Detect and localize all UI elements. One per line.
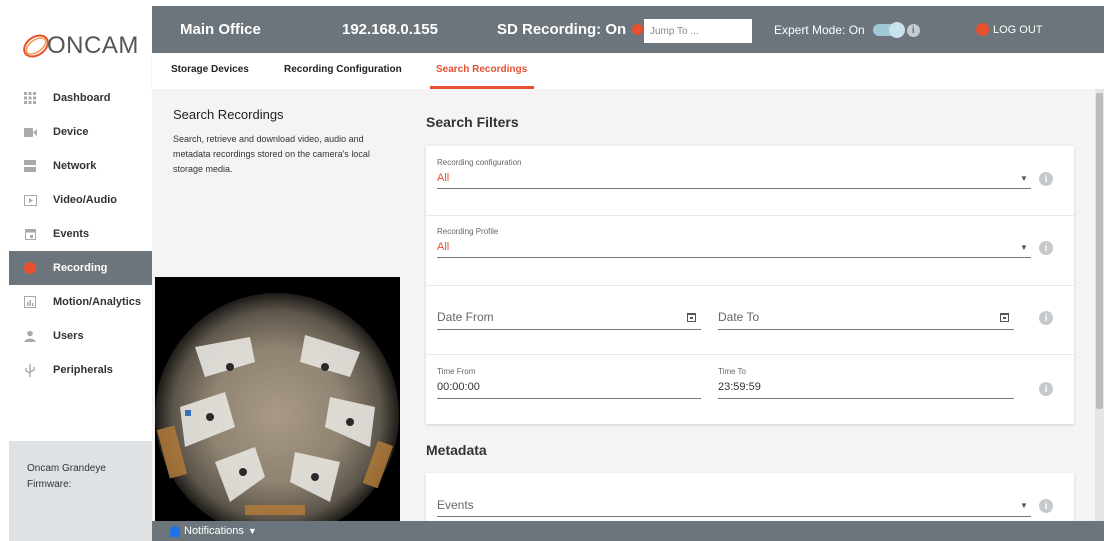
field-underline [437,188,1031,189]
sidebar-item-video-audio[interactable]: Video/Audio [9,183,152,217]
sidebar: ONCAM Dashboard Device Network Video/Aud… [9,6,152,541]
recording-configuration-label: Recording configuration [437,158,522,167]
sd-recording-label: SD Recording: On [497,21,627,38]
sidebar-item-label: Users [53,330,84,342]
info-icon[interactable]: i [1039,172,1053,186]
intro-title: Search Recordings [173,107,284,122]
sidebar-item-label: Dashboard [53,92,111,104]
time-from-label: Time From [437,367,476,376]
field-underline [437,398,701,399]
sidebar-item-network[interactable]: Network [9,149,152,183]
sd-recording-status: SD Recording: On [497,21,644,38]
info-icon[interactable]: i [1039,311,1053,325]
scrollbar-thumb[interactable] [1096,93,1103,409]
info-icon[interactable]: i [1039,499,1053,513]
field-underline [437,516,1031,517]
jump-to-input[interactable] [644,19,752,43]
sidebar-item-events[interactable]: Events [9,217,152,251]
firmware-model: Oncam Grandeye [27,463,106,474]
chevron-down-icon[interactable]: ▼ [1020,174,1028,183]
search-filters-title: Search Filters [426,114,519,130]
field-underline [718,398,1014,399]
intro-description: Search, retrieve and download video, aud… [173,134,370,174]
sidebar-item-label: Video/Audio [53,194,117,206]
power-icon [976,23,989,36]
video-icon [23,193,37,207]
expert-mode: Expert Mode: On i [774,22,920,38]
date-from-input[interactable]: Date From [437,310,494,324]
calendar-icon[interactable] [687,313,696,322]
top-bar: Main Office 192.168.0.155 SD Recording: … [152,6,1104,53]
main-content: Search Recordings Search, retrieve and d… [152,89,1104,521]
chevron-down-icon[interactable]: ▼ [1020,243,1028,252]
chevron-down-icon: ▼ [247,526,257,536]
firmware-label: Firmware: [27,479,72,490]
calendar-icon [23,227,37,241]
sidebar-item-label: Peripherals [53,364,113,376]
time-from-input[interactable]: 00:00:00 [437,381,480,393]
bell-icon [170,525,180,537]
camera-preview[interactable] [155,277,400,521]
network-icon [23,159,37,173]
fisheye-image [155,277,400,521]
sidebar-item-label: Motion/Analytics [53,296,142,308]
camera-icon [23,125,37,139]
info-icon[interactable]: i [906,23,920,37]
divider [426,285,1074,286]
time-to-label: Time To [718,367,747,376]
search-filters-card: Recording configuration All ▼ i Recordin… [426,146,1074,424]
firmware-info: Oncam Grandeye Firmware: [9,441,152,541]
sidebar-item-recording[interactable]: Recording [9,251,152,285]
recording-profile-select[interactable]: All [437,241,449,253]
metadata-card: Events ▼ i [426,473,1074,521]
sidebar-item-dashboard[interactable]: Dashboard [9,81,152,115]
logo-text: ONCAM [47,32,139,59]
scrollbar[interactable] [1095,89,1104,521]
expert-mode-label: Expert Mode: On [774,23,865,37]
recording-profile-label: Recording Profile [437,227,499,236]
sidebar-item-label: Device [53,126,89,138]
events-select[interactable]: Events [437,498,474,512]
expert-mode-toggle[interactable] [872,22,905,38]
notifications-bar[interactable]: Notifications ▼ [152,521,1104,541]
sidebar-item-users[interactable]: Users [9,319,152,353]
date-to-input[interactable]: Date To [718,310,759,324]
user-icon [23,329,37,343]
sidebar-item-label: Recording [53,262,108,274]
app-frame: ONCAM Dashboard Device Network Video/Aud… [9,6,1104,541]
sidebar-item-motion-analytics[interactable]: Motion/Analytics [9,285,152,319]
site-name: Main Office [180,21,261,38]
tab-search-recordings[interactable]: Search Recordings [436,64,527,75]
usb-icon [23,363,37,377]
chart-icon [23,295,37,309]
recording-configuration-select[interactable]: All [437,172,449,184]
sidebar-item-device[interactable]: Device [9,115,152,149]
info-icon[interactable]: i [1039,241,1053,255]
info-icon[interactable]: i [1039,382,1053,396]
tab-recording-configuration[interactable]: Recording Configuration [284,64,402,75]
field-underline [437,257,1031,258]
grid-icon [23,91,37,105]
tab-bar: Storage Devices Recording Configuration … [152,53,1104,89]
sidebar-item-label: Events [53,228,90,240]
tab-storage-devices[interactable]: Storage Devices [171,64,249,75]
oncam-logo[interactable]: ONCAM [19,28,144,64]
record-icon [23,261,37,275]
logout-button[interactable]: LOG OUT [976,23,1043,36]
sidebar-nav: Dashboard Device Network Video/Audio Eve… [9,81,152,387]
divider [426,215,1074,216]
time-to-input[interactable]: 23:59:59 [718,381,761,393]
sidebar-item-label: Network [53,160,97,172]
calendar-icon[interactable] [1000,313,1009,322]
sidebar-item-peripherals[interactable]: Peripherals [9,353,152,387]
ip-address: 192.168.0.155 [342,21,438,38]
logout-label: LOG OUT [993,23,1043,36]
divider [426,354,1074,355]
field-underline [437,329,701,330]
metadata-title: Metadata [426,442,487,458]
recording-dot-icon [632,24,644,35]
field-underline [718,329,1014,330]
notifications-label: Notifications [184,525,244,537]
chevron-down-icon[interactable]: ▼ [1020,501,1028,510]
